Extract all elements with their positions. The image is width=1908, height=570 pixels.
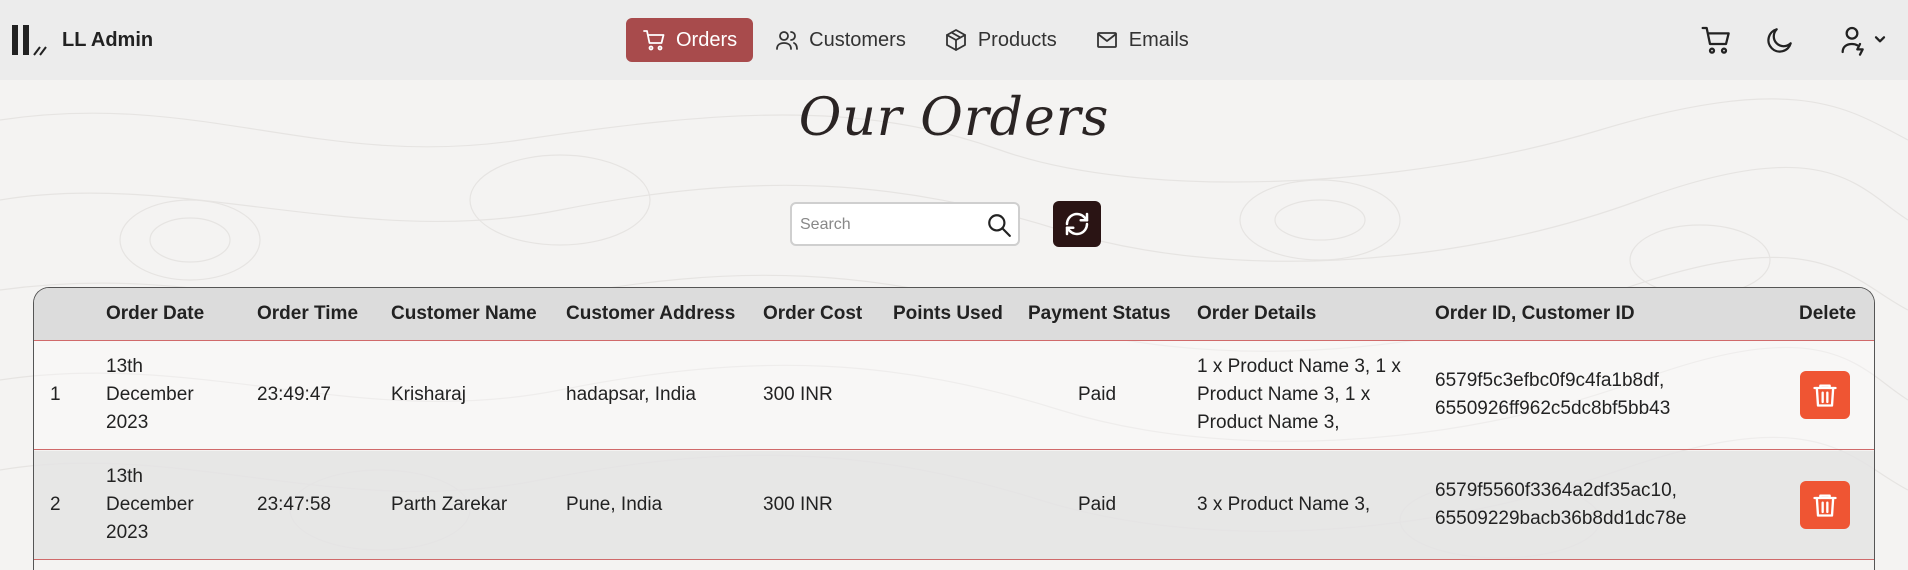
cart-icon (1701, 26, 1730, 54)
user-menu-icon (1841, 26, 1886, 56)
row-index: 2 (50, 494, 61, 515)
order-id: 6579f5560f3364a2df35ac10, (1435, 480, 1677, 501)
order-date: 13th December 2023 (106, 353, 194, 437)
order-cost: 300 INR (763, 384, 833, 405)
order-details-line: 3 x Product Name 3, (1197, 494, 1371, 515)
nav-item-customers[interactable]: Customers (759, 18, 922, 62)
customer-id: 65509229bacb36b8dd1dc78e (1435, 508, 1687, 529)
payment-status: Paid (1078, 494, 1117, 515)
order-details-line: Product Name 3, (1197, 412, 1340, 433)
nav-item-label: Orders (676, 28, 738, 51)
nav-item-label: Emails (1128, 28, 1189, 51)
delete-button[interactable] (1800, 371, 1850, 419)
order-customer-id: 6579f5560f3364a2df35ac10, 65509229bacb36… (1435, 477, 1686, 533)
order-customer-id: 6579f5c3efbc0f9c4fa1b8df, 6550926ff962c5… (1435, 367, 1670, 423)
header-order-time: Order Time (257, 303, 359, 324)
search-icon[interactable] (986, 212, 1012, 238)
customer-name: Parth Zarekar (391, 494, 508, 515)
trash-icon (1813, 384, 1837, 407)
nav-item-orders[interactable]: Orders (626, 18, 754, 62)
order-details: 3 x Product Name 3, (1197, 491, 1370, 519)
order-details-line: 1 x Product Name 3, 1 x (1197, 356, 1401, 377)
order-date-day: 13th (106, 466, 143, 487)
payment-status: Paid (1078, 384, 1117, 405)
nav-item-emails[interactable]: Emails (1079, 18, 1205, 62)
trash-icon (1813, 494, 1837, 517)
cart-button[interactable] (1700, 24, 1732, 56)
brand-name: LL Admin (62, 28, 154, 51)
page-title: Our Orders (798, 88, 1110, 148)
mail-icon (1096, 32, 1117, 48)
table-row: 2 13th December 2023 23:47:58 Parth Zare… (34, 451, 1874, 560)
moon-icon (1767, 28, 1792, 53)
order-date-year: 2023 (106, 522, 149, 543)
main-nav: Orders Customers Products Emails (626, 18, 1211, 62)
refresh-button[interactable] (1053, 201, 1101, 247)
theme-toggle-button[interactable] (1764, 24, 1796, 56)
user-menu-button[interactable] (1840, 24, 1888, 56)
row-index: 1 (50, 384, 61, 405)
header-order-cost: Order Cost (763, 303, 863, 324)
table-header: Order Date Order Time Customer Name Cust… (34, 288, 1874, 341)
customer-id: 6550926ff962c5dc8bf5bb43 (1435, 398, 1671, 419)
order-time: 23:49:47 (257, 384, 331, 405)
header-customer-name: Customer Name (391, 303, 537, 324)
orders-table: Order Date Order Time Customer Name Cust… (33, 287, 1875, 570)
header-delete: Delete (1799, 303, 1857, 324)
order-details-line: Product Name 3, 1 x (1197, 384, 1371, 405)
cart-icon (643, 30, 665, 51)
order-date-month: December (106, 494, 194, 515)
nav-item-label: Products (977, 28, 1057, 51)
nav-item-products[interactable]: Products (928, 18, 1073, 62)
nav-item-label: Customers (809, 28, 906, 51)
refresh-icon (1065, 212, 1089, 236)
search-input[interactable] (800, 212, 980, 238)
users-icon (776, 31, 799, 50)
order-cost: 300 INR (763, 494, 833, 515)
header-payment-status: Payment Status (1028, 303, 1171, 324)
customer-name: Krisharaj (391, 384, 466, 405)
brand-logo-icon (12, 25, 47, 56)
table-row: 1 13th December 2023 23:49:47 Krisharaj … (34, 341, 1874, 450)
order-date-day: 13th (106, 356, 143, 377)
brand[interactable]: LL Admin (10, 22, 153, 58)
delete-button[interactable] (1800, 481, 1850, 529)
header-order-details: Order Details (1197, 303, 1317, 324)
order-date-month: December (106, 384, 194, 405)
header-points-used: Points Used (893, 303, 1003, 324)
header-customer-address: Customer Address (566, 303, 736, 324)
customer-address: hadapsar, India (566, 384, 696, 405)
top-navbar: LL Admin Orders Customers Products Email… (0, 0, 1908, 80)
order-date-year: 2023 (106, 412, 149, 433)
customer-address: Pune, India (566, 494, 663, 515)
order-details: 1 x Product Name 3, 1 x Product Name 3, … (1197, 353, 1401, 437)
order-id: 6579f5c3efbc0f9c4fa1b8df, (1435, 370, 1665, 391)
box-icon (945, 29, 966, 51)
order-time: 23:47:58 (257, 494, 331, 515)
search-box (790, 202, 1020, 246)
header-order-customer-id: Order ID, Customer ID (1435, 303, 1635, 324)
header-order-date: Order Date (106, 303, 205, 324)
order-date: 13th December 2023 (106, 463, 194, 547)
